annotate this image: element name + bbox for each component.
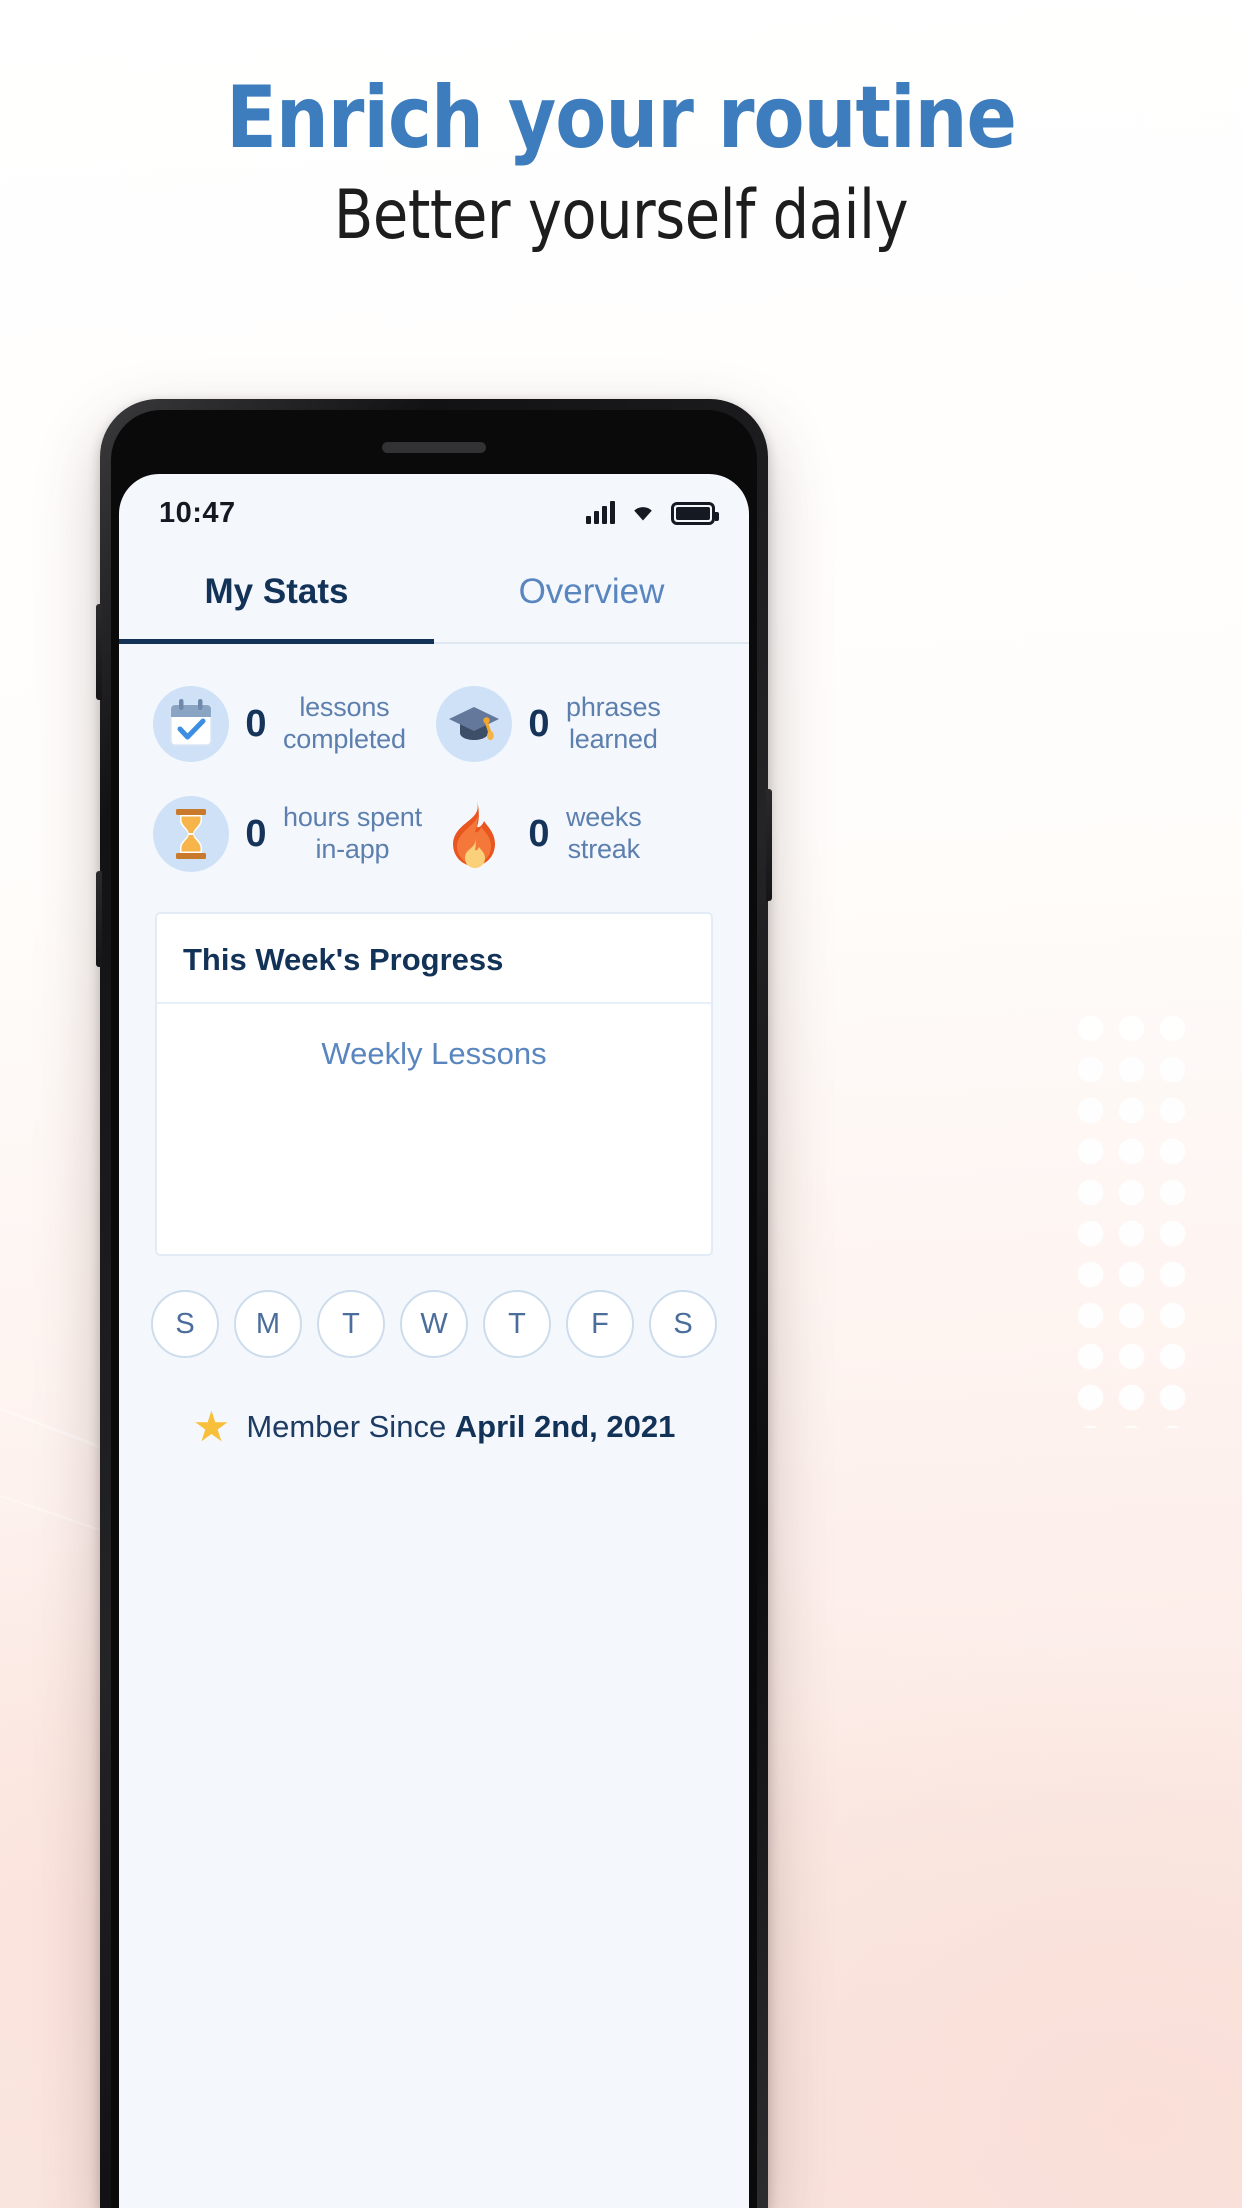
day-circle-thursday[interactable]: T	[483, 1290, 551, 1358]
weekly-progress-title: This Week's Progress	[157, 914, 711, 1004]
tab-bar: My Stats Overview	[119, 546, 749, 644]
phone-screen: 10:47 My Stats Overview 0 lessons comple…	[119, 474, 749, 2208]
stat-value: 0	[245, 812, 267, 855]
hourglass-icon	[153, 796, 229, 872]
weekly-progress-card: This Week's Progress Weekly Lessons	[155, 912, 713, 1256]
stat-value: 0	[528, 812, 550, 855]
phone-bezel: 10:47 My Stats Overview 0 lessons comple…	[111, 410, 757, 2208]
day-circle-tuesday[interactable]: T	[317, 1290, 385, 1358]
stat-value: 0	[245, 702, 267, 745]
day-circle-wednesday[interactable]: W	[400, 1290, 468, 1358]
stat-weeks-streak: 0 weeks streak	[436, 796, 715, 872]
weekly-lessons-chart: Weekly Lessons	[157, 1004, 711, 1254]
stat-value: 0	[528, 702, 550, 745]
chart-title: Weekly Lessons	[321, 1036, 547, 1071]
star-icon: ★	[192, 1403, 231, 1450]
phone-mockup: 10:47 My Stats Overview 0 lessons comple…	[96, 399, 772, 2208]
tab-overview[interactable]: Overview	[434, 546, 749, 642]
status-bar-time: 10:47	[159, 496, 236, 529]
volume-down-button[interactable]	[96, 871, 102, 967]
stat-label: weeks streak	[566, 802, 642, 866]
stat-label: lessons completed	[283, 692, 406, 756]
hero-section: Enrich your routine Better yourself dail…	[0, 72, 1242, 254]
weekday-selector: S M T W T F S	[119, 1256, 749, 1358]
stats-grid: 0 lessons completed 0 phrases learned 0 …	[119, 644, 749, 882]
day-circle-friday[interactable]: F	[566, 1290, 634, 1358]
stat-phrases-learned: 0 phrases learned	[436, 686, 715, 762]
volume-up-button[interactable]	[96, 604, 102, 700]
stat-label-line2: completed	[283, 724, 406, 754]
day-circle-saturday[interactable]: S	[649, 1290, 717, 1358]
power-button[interactable]	[766, 789, 772, 901]
graduation-cap-icon	[436, 686, 512, 762]
stat-label: phrases learned	[566, 692, 661, 756]
tab-my-stats[interactable]: My Stats	[119, 546, 434, 644]
battery-full-icon	[671, 501, 719, 525]
member-since-text: Member Since April 2nd, 2021	[246, 1409, 675, 1445]
day-circle-sunday[interactable]: S	[151, 1290, 219, 1358]
hero-title: Enrich your routine	[226, 68, 1017, 168]
status-bar-icons	[586, 499, 719, 527]
member-since-date: April 2nd, 2021	[454, 1409, 676, 1444]
stat-lessons-completed: 0 lessons completed	[153, 686, 432, 762]
stat-label-line2: streak	[567, 834, 641, 864]
hero-subtitle: Better yourself daily	[333, 175, 909, 255]
member-since-prefix: Member Since	[246, 1409, 455, 1444]
stat-label: hours spent in-app	[283, 802, 422, 866]
stat-label-line1: phrases	[566, 692, 661, 723]
stat-label-line1: hours spent	[283, 802, 422, 833]
earpiece-speaker-icon	[382, 442, 486, 453]
wifi-icon	[628, 499, 658, 527]
stat-label-line2: in-app	[315, 834, 390, 864]
calendar-check-icon	[153, 686, 229, 762]
stat-hours-spent: 0 hours spent in-app	[153, 796, 432, 872]
cellular-signal-icon	[586, 501, 615, 524]
stat-label-line1: weeks	[566, 802, 642, 833]
member-since-row: ★ Member Since April 2nd, 2021	[119, 1358, 749, 1448]
stat-label-line1: lessons	[299, 692, 390, 723]
status-bar: 10:47	[119, 474, 749, 546]
background-dot-pattern-icon	[1070, 1008, 1190, 1428]
day-circle-monday[interactable]: M	[234, 1290, 302, 1358]
stat-label-line2: learned	[568, 724, 658, 754]
flame-icon	[436, 796, 512, 872]
